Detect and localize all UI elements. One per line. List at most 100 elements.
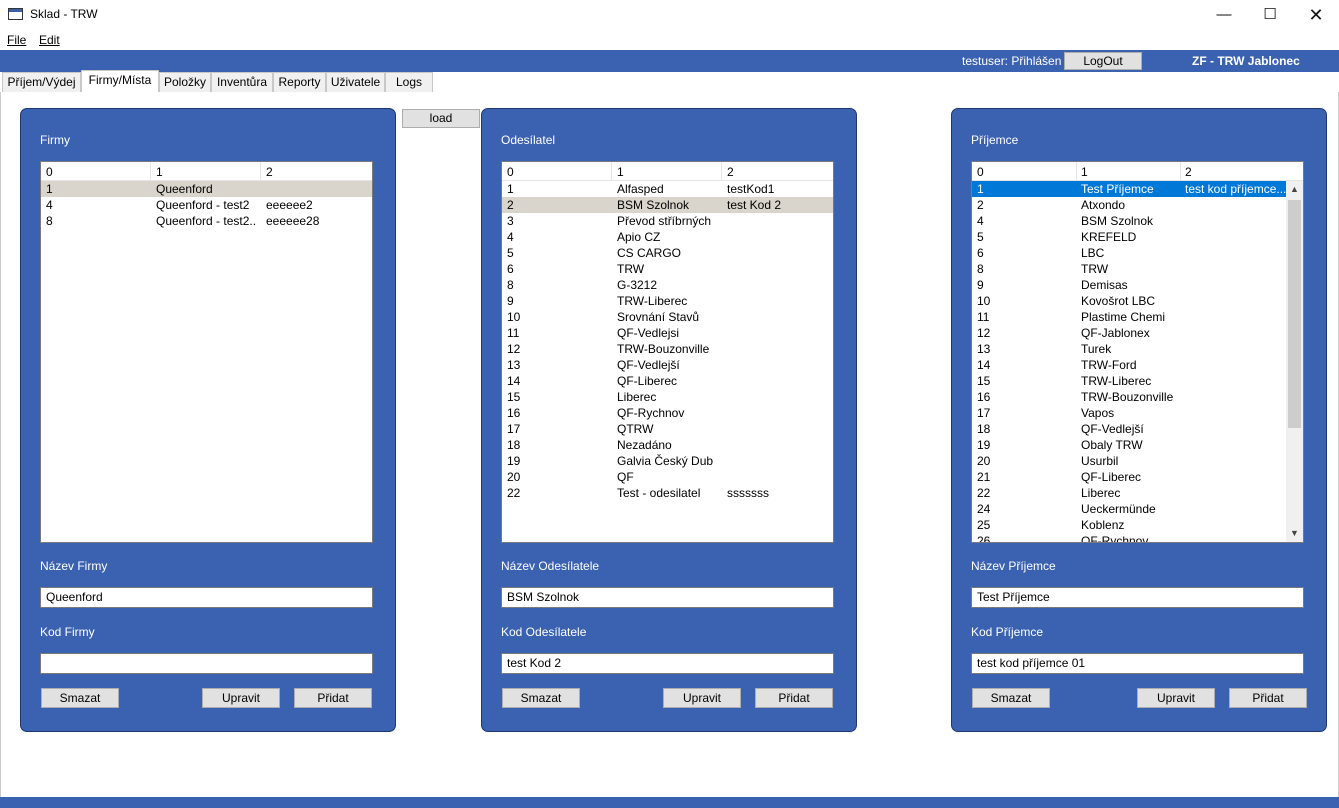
firmy-edit-button[interactable]: Upravit — [202, 688, 280, 708]
firmy-name-field[interactable]: Queenford — [40, 587, 373, 608]
list-item[interactable]: 4 Queenford - test2 eeeeee2 — [41, 197, 372, 213]
odesilatel-code-field[interactable]: test Kod 2 — [501, 653, 834, 674]
list-item[interactable]: 26 QF-Rychnov — [972, 533, 1287, 542]
list-item[interactable]: 8 G-3212 — [502, 277, 833, 293]
cell-1: Liberec — [617, 390, 657, 404]
tab-prijem-vydej[interactable]: Příjem/Výdej — [2, 72, 81, 92]
list-item[interactable]: 10 Srovnání Stavů — [502, 309, 833, 325]
list-item[interactable]: 4 BSM Szolnok — [972, 213, 1287, 229]
tab-polozky[interactable]: Položky — [159, 72, 211, 92]
list-item[interactable]: 8 TRW — [972, 261, 1287, 277]
list-item[interactable]: 25 Koblenz — [972, 517, 1287, 533]
odesilatel-list[interactable]: 0 1 2 1 Alfasped testKod1 2 BSM Szolnok test … — [501, 161, 834, 543]
menu-edit-label: Edit — [39, 33, 60, 47]
odesilatel-edit-button[interactable]: Upravit — [663, 688, 741, 708]
prijemce-delete-button[interactable]: Smazat — [972, 688, 1050, 708]
list-item[interactable]: 24 Ueckermünde — [972, 501, 1287, 517]
list-item[interactable]: 4 Apio CZ — [502, 229, 833, 245]
prijemce-add-button[interactable]: Přidat — [1229, 688, 1307, 708]
prijemce-scrollbar[interactable]: ▲ ▼ — [1286, 181, 1303, 542]
scroll-up-icon[interactable]: ▲ — [1286, 181, 1303, 198]
list-item[interactable]: 12 TRW-Bouzonville — [502, 341, 833, 357]
prijemce-list[interactable]: 0 1 2 1 Test Příjemce test kod příjemce...… — [971, 161, 1304, 543]
list-item[interactable]: 19 Obaly TRW — [972, 437, 1287, 453]
prijemce-list-header: 0 1 2 — [972, 162, 1303, 181]
list-item[interactable]: 14 TRW-Ford — [972, 357, 1287, 373]
column-header-0[interactable]: 0 — [46, 165, 53, 179]
tab-firmy-mista[interactable]: Firmy/Místa — [81, 70, 159, 92]
list-item[interactable]: 9 TRW-Liberec — [502, 293, 833, 309]
tab-reporty[interactable]: Reporty — [273, 72, 326, 92]
firmy-code-field[interactable] — [40, 653, 373, 674]
list-item[interactable]: 11 QF-Vedlejsi — [502, 325, 833, 341]
list-item[interactable]: 15 Liberec — [502, 389, 833, 405]
menu-edit[interactable]: Edit — [39, 33, 60, 47]
tab-uzivatele[interactable]: Uživatele — [326, 72, 385, 92]
maximize-button[interactable]: ☐ — [1247, 0, 1293, 30]
prijemce-edit-button[interactable]: Upravit — [1137, 688, 1215, 708]
cell-2: eeeeee2 — [266, 198, 313, 212]
cell-0: 19 — [507, 454, 521, 468]
odesilatel-add-button[interactable]: Přidat — [755, 688, 833, 708]
cell-0: 10 — [977, 294, 991, 308]
list-item[interactable]: 18 QF-Vedlejší — [972, 421, 1287, 437]
firmy-delete-button[interactable]: Smazat — [41, 688, 119, 708]
odesilatel-delete-button[interactable]: Smazat — [502, 688, 580, 708]
list-item[interactable]: 21 QF-Liberec — [972, 469, 1287, 485]
menu-bar: File Edit — [0, 30, 1339, 50]
column-header-1[interactable]: 1 — [617, 165, 624, 179]
column-header-0[interactable]: 0 — [507, 165, 514, 179]
close-button[interactable]: ✕ — [1293, 0, 1339, 30]
list-item[interactable]: 1 Test Příjemce test kod příjemce... — [972, 181, 1287, 197]
list-item[interactable]: 3 Převod stříbrných — [502, 213, 833, 229]
list-item[interactable]: 6 LBC — [972, 245, 1287, 261]
list-item[interactable]: 15 TRW-Liberec — [972, 373, 1287, 389]
list-item[interactable]: 20 QF — [502, 469, 833, 485]
column-header-2[interactable]: 2 — [727, 165, 734, 179]
list-item[interactable]: 12 QF-Jablonex — [972, 325, 1287, 341]
column-header-1[interactable]: 1 — [1081, 165, 1088, 179]
minimize-button[interactable]: — — [1201, 0, 1247, 30]
prijemce-code-field[interactable]: test kod příjemce 01 — [971, 653, 1304, 674]
list-item[interactable]: 2 Atxondo — [972, 197, 1287, 213]
list-item[interactable]: 5 CS CARGO — [502, 245, 833, 261]
column-header-2[interactable]: 2 — [1185, 165, 1192, 179]
list-item[interactable]: 22 Test - odesilatel sssssss — [502, 485, 833, 501]
load-button[interactable]: load — [402, 109, 480, 128]
column-header-2[interactable]: 2 — [266, 165, 273, 179]
odesilatel-name-field[interactable]: BSM Szolnok — [501, 587, 834, 608]
logout-button[interactable]: LogOut — [1064, 52, 1142, 70]
list-item[interactable]: 13 QF-Vedlejší — [502, 357, 833, 373]
cell-0: 4 — [977, 214, 984, 228]
list-item[interactable]: 17 QTRW — [502, 421, 833, 437]
firmy-list[interactable]: 0 1 2 1 Queenford 4 Queenford - test2 eeeeee… — [40, 161, 373, 543]
cell-0: 13 — [977, 342, 991, 356]
menu-file[interactable]: File — [7, 33, 26, 47]
list-item[interactable]: 16 TRW-Bouzonville — [972, 389, 1287, 405]
column-header-1[interactable]: 1 — [156, 165, 163, 179]
scroll-thumb[interactable] — [1288, 200, 1301, 428]
list-item[interactable]: 11 Plastime Chemi — [972, 309, 1287, 325]
scroll-down-icon[interactable]: ▼ — [1286, 525, 1303, 542]
list-item[interactable]: 22 Liberec — [972, 485, 1287, 501]
list-item[interactable]: 9 Demisas — [972, 277, 1287, 293]
list-item[interactable]: 5 KREFELD — [972, 229, 1287, 245]
list-item[interactable]: 20 Usurbil — [972, 453, 1287, 469]
tab-inventura[interactable]: Inventůra — [211, 72, 273, 92]
list-item[interactable]: 13 Turek — [972, 341, 1287, 357]
list-item[interactable]: 17 Vapos — [972, 405, 1287, 421]
list-item[interactable]: 1 Alfasped testKod1 — [502, 181, 833, 197]
list-item[interactable]: 1 Queenford — [41, 181, 372, 197]
list-item[interactable]: 16 QF-Rychnov — [502, 405, 833, 421]
list-item[interactable]: 14 QF-Liberec — [502, 373, 833, 389]
firmy-add-button[interactable]: Přidat — [294, 688, 372, 708]
list-item[interactable]: 6 TRW — [502, 261, 833, 277]
list-item[interactable]: 2 BSM Szolnok test Kod 2 — [502, 197, 833, 213]
list-item[interactable]: 18 Nezadáno — [502, 437, 833, 453]
list-item[interactable]: 10 Kovošrot LBC — [972, 293, 1287, 309]
prijemce-name-field[interactable]: Test Příjemce — [971, 587, 1304, 608]
list-item[interactable]: 19 Galvia Český Dub — [502, 453, 833, 469]
column-header-0[interactable]: 0 — [977, 165, 984, 179]
list-item[interactable]: 8 Queenford - test2... eeeeee28 — [41, 213, 372, 229]
tab-logs[interactable]: Logs — [385, 72, 433, 92]
